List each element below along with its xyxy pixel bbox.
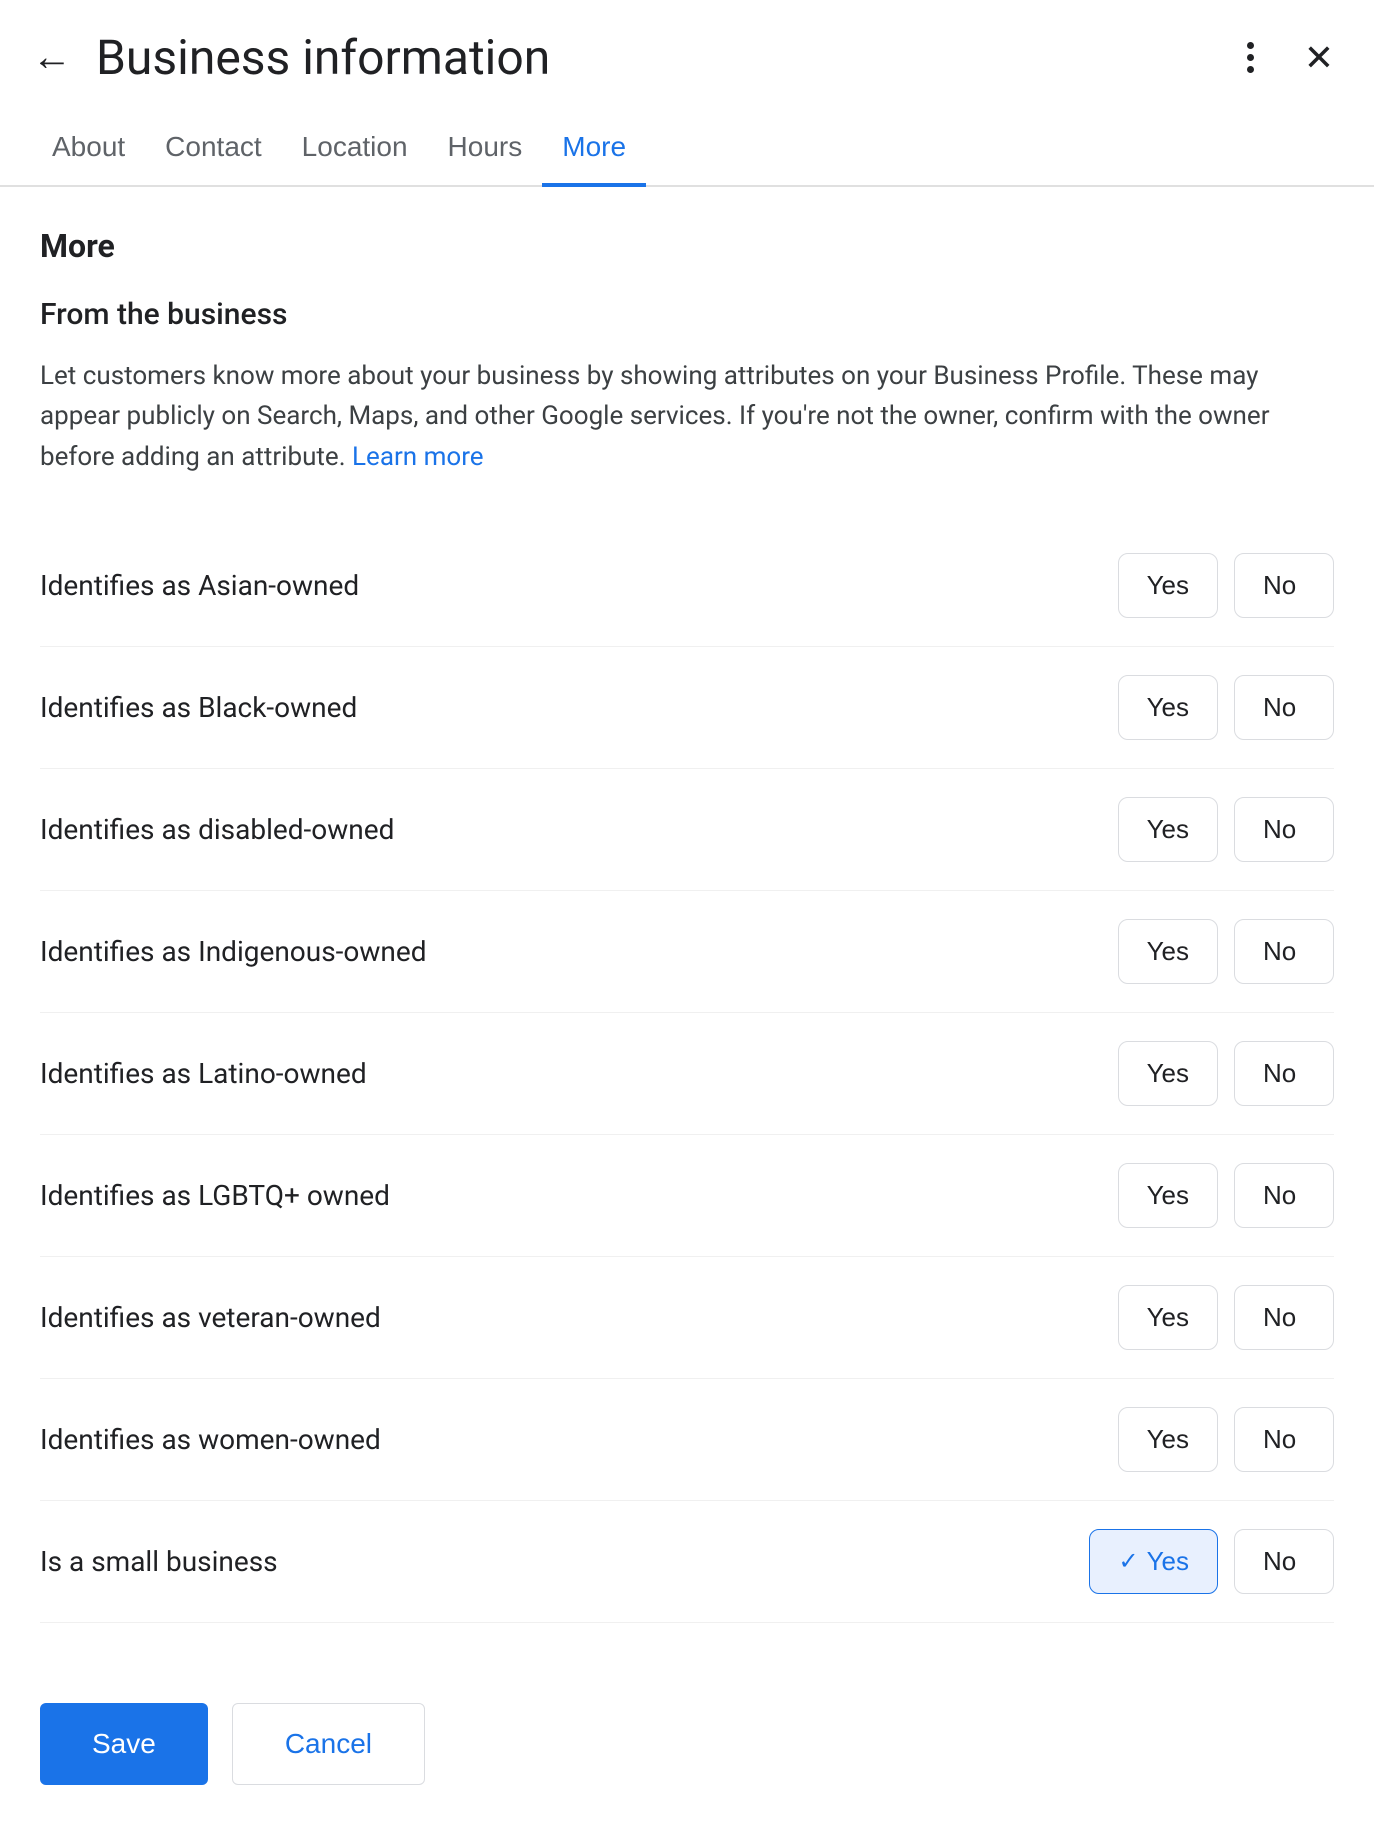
close-icon: ✕	[1304, 37, 1334, 79]
button-group: ✓ Yes No	[1089, 1529, 1334, 1594]
women-owned-no-button[interactable]: No	[1234, 1407, 1334, 1472]
attribute-row-veteran-owned: Identifies as veteran-owned Yes No	[40, 1257, 1334, 1379]
subsection-title: From the business	[40, 297, 1334, 332]
page-title: Business information	[96, 29, 1233, 86]
veteran-owned-yes-button[interactable]: Yes	[1118, 1285, 1218, 1350]
attribute-row-latino-owned: Identifies as Latino-owned Yes No	[40, 1013, 1334, 1135]
asian-owned-yes-button[interactable]: Yes	[1118, 553, 1218, 618]
small-business-yes-button[interactable]: ✓ Yes	[1089, 1529, 1218, 1594]
indigenous-owned-yes-button[interactable]: Yes	[1118, 919, 1218, 984]
tab-more[interactable]: More	[542, 107, 646, 187]
button-group: Yes No	[1118, 675, 1334, 740]
women-owned-yes-button[interactable]: Yes	[1118, 1407, 1218, 1472]
indigenous-owned-no-button[interactable]: No	[1234, 919, 1334, 984]
button-group: Yes No	[1118, 1163, 1334, 1228]
header: ← Business information ✕	[0, 0, 1374, 107]
tab-hours[interactable]: Hours	[428, 107, 543, 187]
attribute-row-black-owned: Identifies as Black-owned Yes No	[40, 647, 1334, 769]
button-group: Yes No	[1118, 1041, 1334, 1106]
tab-location[interactable]: Location	[282, 107, 428, 187]
attribute-row-indigenous-owned: Identifies as Indigenous-owned Yes No	[40, 891, 1334, 1013]
close-button[interactable]: ✕	[1296, 29, 1342, 87]
black-owned-yes-button[interactable]: Yes	[1118, 675, 1218, 740]
attribute-label: Is a small business	[40, 1545, 1089, 1578]
button-group: Yes No	[1118, 553, 1334, 618]
back-button[interactable]: ←	[32, 35, 72, 80]
attribute-label: Identifies as disabled-owned	[40, 813, 1118, 846]
attribute-label: Identifies as LGBTQ+ owned	[40, 1179, 1118, 1212]
disabled-owned-no-button[interactable]: No	[1234, 797, 1334, 862]
attribute-row-lgbtq-owned: Identifies as LGBTQ+ owned Yes No	[40, 1135, 1334, 1257]
attribute-row-disabled-owned: Identifies as disabled-owned Yes No	[40, 769, 1334, 891]
lgbtq-owned-yes-button[interactable]: Yes	[1118, 1163, 1218, 1228]
attribute-label: Identifies as Latino-owned	[40, 1057, 1118, 1090]
save-button[interactable]: Save	[40, 1703, 208, 1785]
header-icons: ✕	[1233, 28, 1342, 87]
attribute-label: Identifies as Black-owned	[40, 691, 1118, 724]
main-content: More From the business Let customers kno…	[0, 187, 1374, 1663]
footer: Save Cancel	[0, 1663, 1374, 1825]
button-group: Yes No	[1118, 919, 1334, 984]
section-title: More	[40, 227, 1334, 265]
asian-owned-no-button[interactable]: No	[1234, 553, 1334, 618]
attribute-label: Identifies as Asian-owned	[40, 569, 1118, 602]
learn-more-link[interactable]: Learn more	[352, 442, 484, 472]
more-options-button[interactable]	[1233, 28, 1268, 87]
veteran-owned-no-button[interactable]: No	[1234, 1285, 1334, 1350]
checkmark-icon: ✓	[1118, 1547, 1138, 1576]
tab-bar: About Contact Location Hours More	[0, 107, 1374, 187]
attribute-row-women-owned: Identifies as women-owned Yes No	[40, 1379, 1334, 1501]
disabled-owned-yes-button[interactable]: Yes	[1118, 797, 1218, 862]
button-group: Yes No	[1118, 1285, 1334, 1350]
latino-owned-no-button[interactable]: No	[1234, 1041, 1334, 1106]
attribute-label: Identifies as women-owned	[40, 1423, 1118, 1456]
button-group: Yes No	[1118, 1407, 1334, 1472]
attributes-list: Identifies as Asian-owned Yes No Identif…	[40, 525, 1334, 1623]
attribute-label: Identifies as Indigenous-owned	[40, 935, 1118, 968]
cancel-button[interactable]: Cancel	[232, 1703, 425, 1785]
more-vert-icon	[1241, 36, 1260, 79]
lgbtq-owned-no-button[interactable]: No	[1234, 1163, 1334, 1228]
latino-owned-yes-button[interactable]: Yes	[1118, 1041, 1218, 1106]
button-group: Yes No	[1118, 797, 1334, 862]
tab-about[interactable]: About	[32, 107, 145, 187]
small-business-no-button[interactable]: No	[1234, 1529, 1334, 1594]
tab-contact[interactable]: Contact	[145, 107, 282, 187]
attribute-row-asian-owned: Identifies as Asian-owned Yes No	[40, 525, 1334, 647]
attribute-row-small-business: Is a small business ✓ Yes No	[40, 1501, 1334, 1623]
attribute-label: Identifies as veteran-owned	[40, 1301, 1118, 1334]
description-text: Let customers know more about your busin…	[40, 356, 1334, 477]
black-owned-no-button[interactable]: No	[1234, 675, 1334, 740]
